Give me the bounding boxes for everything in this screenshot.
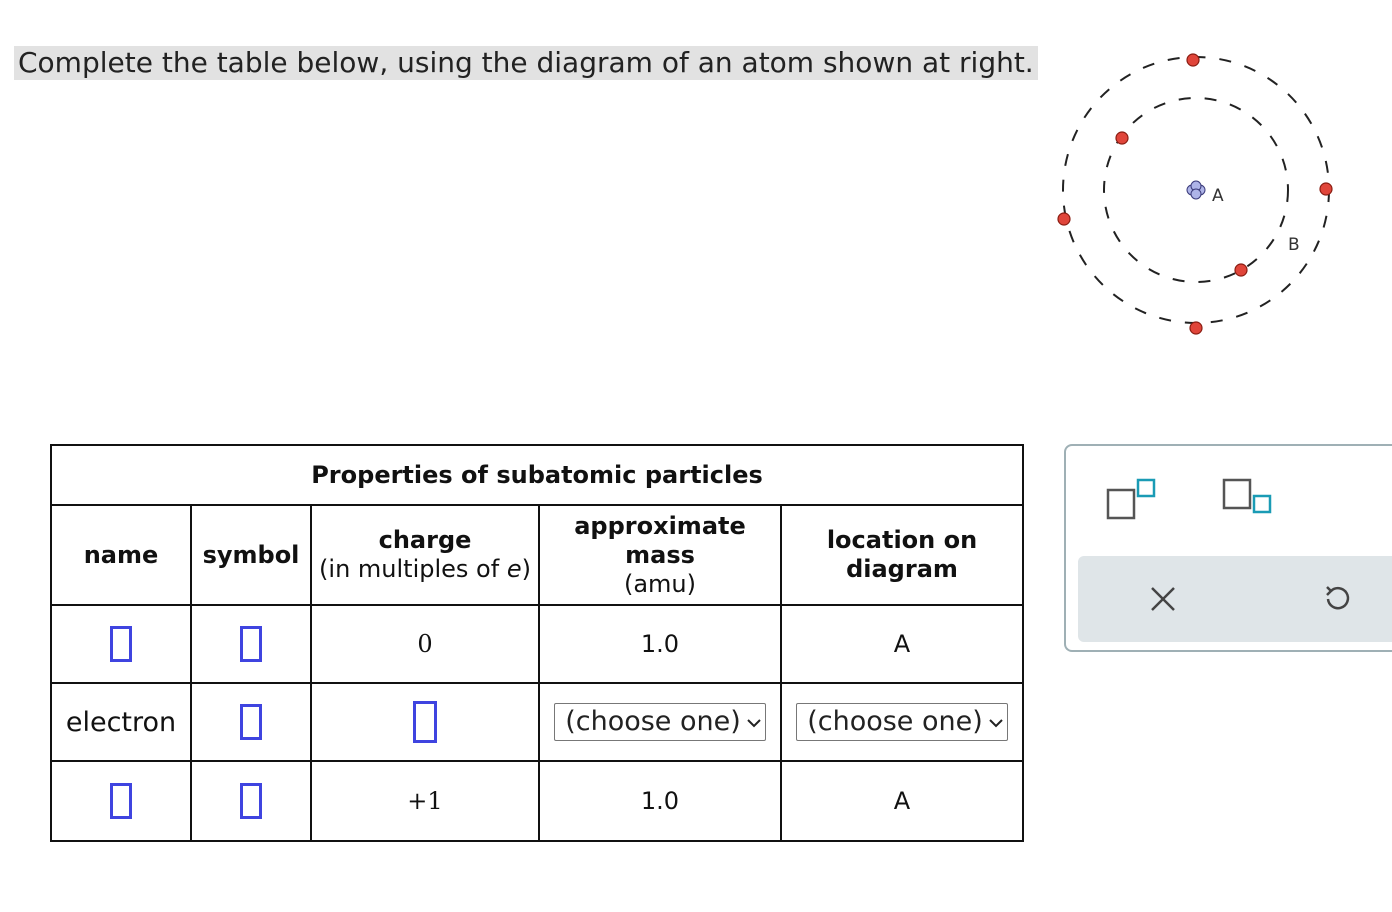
header-name: name [50, 504, 192, 606]
clear-icon[interactable] [1150, 586, 1176, 612]
header-charge: charge (in multiples of e) [310, 504, 540, 606]
question-prompt: Complete the table below, using the diag… [14, 46, 1038, 80]
chevron-down-icon [989, 718, 1003, 727]
header-charge-unit: (in multiples of e) [319, 555, 531, 583]
charge-input[interactable] [413, 701, 437, 743]
charge-value: +1 [310, 760, 540, 842]
location-dropdown[interactable]: (choose one) [796, 703, 1008, 741]
mass-value: 1.0 [538, 604, 782, 684]
symbol-input[interactable] [240, 626, 262, 662]
name-input[interactable] [110, 783, 132, 819]
table-row: +1 1.0 A [50, 760, 1024, 842]
label-b: B [1288, 235, 1300, 255]
label-a: A [1212, 186, 1224, 206]
atom-diagram: A B [1057, 53, 1333, 335]
header-mass: approximate mass (amu) [538, 504, 782, 606]
mass-dropdown[interactable]: (choose one) [554, 703, 766, 741]
tool-action-bar [1078, 556, 1392, 642]
subscript-icon[interactable] [1222, 476, 1272, 522]
subatomic-particles-table: Properties of subatomic particles name s… [50, 444, 1024, 842]
header-location: location on diagram [780, 504, 1024, 606]
math-tool-palette [1064, 444, 1392, 652]
symbol-input[interactable] [240, 704, 262, 740]
undo-icon[interactable] [1322, 584, 1352, 614]
nucleus-icon [1186, 180, 1206, 200]
table-caption: Properties of subatomic particles [50, 444, 1024, 506]
charge-value: 0 [310, 604, 540, 684]
location-value: A [780, 760, 1024, 842]
superscript-icon[interactable] [1106, 476, 1156, 522]
symbol-input[interactable] [240, 783, 262, 819]
header-symbol: symbol [190, 504, 312, 606]
header-mass-unit: (amu) [623, 569, 697, 598]
particle-name: electron [50, 682, 192, 762]
header-mass-title: approximate mass [574, 511, 746, 569]
location-value: A [780, 604, 1024, 684]
name-input[interactable] [110, 626, 132, 662]
header-charge-title: charge [378, 526, 472, 554]
mass-value: 1.0 [538, 760, 782, 842]
chevron-down-icon [747, 718, 761, 727]
table-row: electron (choose one) (choose one) [50, 682, 1024, 762]
table-row: 0 1.0 A [50, 604, 1024, 684]
